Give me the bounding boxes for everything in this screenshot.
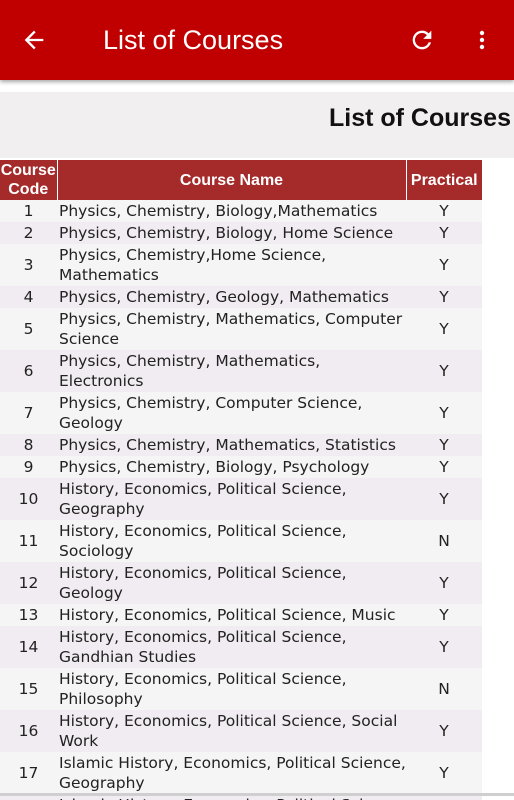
table-row: 7 Physics, Chemistry, Computer Science, G… <box>0 392 482 434</box>
practical-cell: Y <box>406 244 482 286</box>
table-row: 10 History, Economics, Political Science,… <box>0 478 482 520</box>
table-row: 2 Physics, Chemistry, Biology, Home Scien… <box>0 222 482 244</box>
page-header: List of Courses <box>0 92 514 158</box>
course-code-cell: 7 <box>0 392 57 434</box>
course-name-cell: Islamic History, Economics, Political Sc… <box>57 752 406 794</box>
course-name-cell: Physics, Chemistry, Geology, Mathematics <box>57 286 406 308</box>
column-header-course-name: Course Name <box>57 160 407 200</box>
practical-cell: Y <box>406 626 482 668</box>
course-code-cell: 17 <box>0 752 57 794</box>
practical-cell: Y <box>406 710 482 752</box>
app-bar-title: List of Courses <box>103 25 284 55</box>
course-name-cell: Physics, Chemistry, Biology,Mathematics <box>57 200 406 222</box>
table-row: 5 Physics, Chemistry, Mathematics, Comput… <box>0 308 482 350</box>
practical-cell: Y <box>406 604 482 626</box>
practical-cell: Y <box>406 478 482 520</box>
table-row: 9 Physics, Chemistry, Biology, Psychology… <box>0 456 482 478</box>
course-name-cell: History, Economics, Political Science, M… <box>57 604 406 626</box>
practical-cell: Y <box>406 392 482 434</box>
course-name-cell: Physics, Chemistry, Mathematics, Electro… <box>57 350 406 392</box>
course-code-cell: 12 <box>0 562 57 604</box>
course-code-cell: 4 <box>0 286 57 308</box>
table-row: 14 History, Economics, Political Science,… <box>0 626 482 668</box>
horizontal-scrollbar[interactable] <box>0 793 514 796</box>
table-row: 3 Physics, Chemistry,Home Science, Mathem… <box>0 244 482 286</box>
table-row: 8 Physics, Chemistry, Mathematics, Statis… <box>0 434 482 456</box>
courses-table-container[interactable]: Course Code Course Name Practical 1 Physi… <box>0 160 514 800</box>
course-code-cell: 1 <box>0 200 57 222</box>
course-code-cell: 16 <box>0 710 57 752</box>
courses-table: Course Code Course Name Practical 1 Physi… <box>0 160 482 800</box>
arrow-left-icon[interactable] <box>20 26 48 54</box>
table-row: 17 Islamic History, Economics, Political … <box>0 752 482 794</box>
course-name-cell: Physics, Chemistry, Biology, Home Scienc… <box>57 222 406 244</box>
table-row: 16 History, Economics, Political Science,… <box>0 710 482 752</box>
course-name-cell: History, Economics, Political Science, G… <box>57 478 406 520</box>
column-header-course-code: Course Code <box>0 160 58 200</box>
table-row: 1 Physics, Chemistry, Biology,Mathematics… <box>0 200 482 222</box>
course-name-cell: History, Economics, Political Science, P… <box>57 668 406 710</box>
course-code-cell: 10 <box>0 478 57 520</box>
course-code-cell: 5 <box>0 308 57 350</box>
practical-cell: Y <box>406 562 482 604</box>
course-name-cell: Physics, Chemistry,Home Science, Mathema… <box>57 244 406 286</box>
table-row: 15 History, Economics, Political Science,… <box>0 668 482 710</box>
course-code-cell: 2 <box>0 222 57 244</box>
course-name-cell: Physics, Chemistry, Computer Science, Ge… <box>57 392 406 434</box>
course-code-cell: 9 <box>0 456 57 478</box>
course-name-cell: History, Economics, Political Science, G… <box>57 626 406 668</box>
refresh-icon[interactable] <box>408 26 436 54</box>
course-code-cell: 11 <box>0 520 57 562</box>
more-vert-icon[interactable] <box>470 26 494 54</box>
page-title: List of Courses <box>329 104 511 132</box>
course-code-cell: 14 <box>0 626 57 668</box>
table-header-row: Course Code Course Name Practical <box>0 160 482 200</box>
practical-cell: N <box>406 520 482 562</box>
course-code-cell: 8 <box>0 434 57 456</box>
table-row: 12 History, Economics, Political Science,… <box>0 562 482 604</box>
practical-cell: Y <box>406 752 482 794</box>
practical-cell: Y <box>406 350 482 392</box>
course-code-cell: 13 <box>0 604 57 626</box>
table-row: 11 History, Economics, Political Science,… <box>0 520 482 562</box>
course-code-cell: 3 <box>0 244 57 286</box>
practical-cell: Y <box>406 200 482 222</box>
practical-cell: Y <box>406 308 482 350</box>
course-name-cell: Physics, Chemistry, Mathematics, Compute… <box>57 308 406 350</box>
app-bar: List of Courses <box>0 0 514 80</box>
course-name-cell: History, Economics, Political Science, G… <box>57 562 406 604</box>
course-name-cell: History, Economics, Political Science, S… <box>57 520 406 562</box>
table-row: 6 Physics, Chemistry, Mathematics, Electr… <box>0 350 482 392</box>
column-header-practical: Practical <box>406 160 482 200</box>
practical-cell: Y <box>406 434 482 456</box>
course-name-cell: Physics, Chemistry, Mathematics, Statist… <box>57 434 406 456</box>
table-row: 4 Physics, Chemistry, Geology, Mathematic… <box>0 286 482 308</box>
practical-cell: Y <box>406 456 482 478</box>
course-code-cell: 6 <box>0 350 57 392</box>
practical-cell: N <box>406 668 482 710</box>
course-code-cell: 15 <box>0 668 57 710</box>
practical-cell: Y <box>406 286 482 308</box>
practical-cell: Y <box>406 222 482 244</box>
table-row: 13 History, Economics, Political Science,… <box>0 604 482 626</box>
course-name-cell: History, Economics, Political Science, S… <box>57 710 406 752</box>
course-name-cell: Physics, Chemistry, Biology, Psychology <box>57 456 406 478</box>
